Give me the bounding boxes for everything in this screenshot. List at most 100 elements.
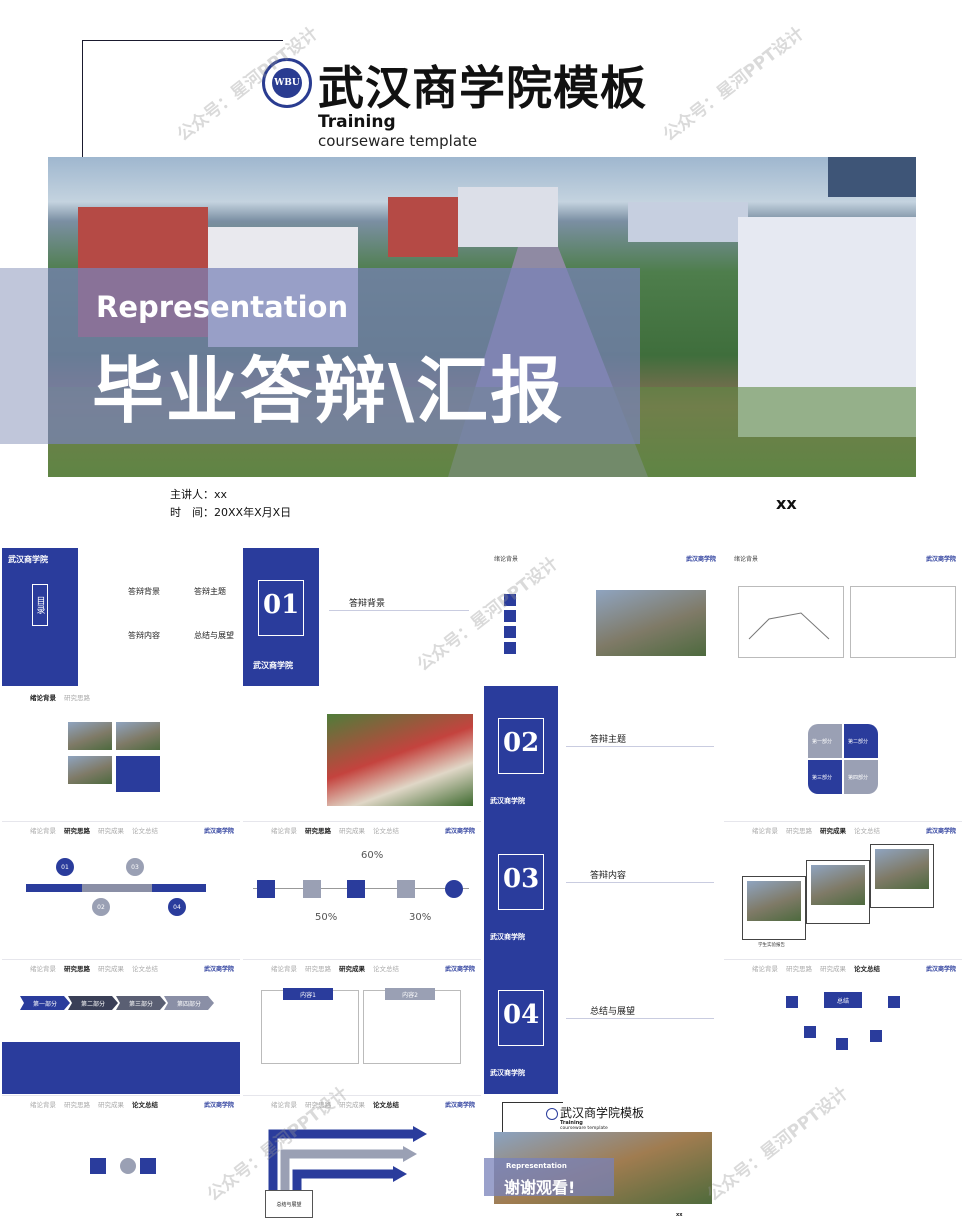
steps-blue-band [2, 1042, 240, 1094]
images-nav-top: 绪论背景 研究思路 [30, 692, 90, 702]
thumb-cross [2, 1114, 240, 1232]
cross-left [90, 1158, 106, 1174]
step-3: 第三部分 [116, 996, 166, 1010]
step-2: 第二部分 [68, 996, 118, 1010]
watermark-2: 公众号：星河PPT设计 [659, 23, 808, 146]
chart-box [738, 586, 844, 658]
hub-icon-5 [870, 1030, 882, 1042]
images-navbar-1: 绪论背景 [30, 827, 56, 835]
timeline-node-4: 04 [168, 898, 186, 916]
section-02-number: 02 [503, 728, 540, 758]
section-03-school: 武汉商学院 [490, 933, 525, 941]
section-04-school: 武汉商学院 [490, 1069, 525, 1077]
hub-center: 总结 [824, 992, 862, 1008]
photos3-frame-1 [742, 876, 806, 940]
hub-icon-4 [836, 1038, 848, 1050]
thumb-percent: 60% 50% 30% 绪论背景 研究思路 研究成果 论文总结 武汉商学院 [243, 840, 481, 976]
thanks-big: 谢谢观看! [504, 1178, 576, 1197]
toc-item-2: 答辩主题 [194, 587, 226, 596]
title-band-left [0, 268, 48, 444]
photo-list-icon-4 [504, 642, 516, 654]
thanks-cw: courseware template [560, 1126, 608, 1131]
toc-title: 目录 [32, 584, 48, 626]
images-navbar-2: 研究思路 [64, 827, 90, 835]
thumb-building: 绪论背景 研究思路 研究成果 论文总结 武汉商学院 [243, 688, 481, 838]
timeline-navbar-2: 研究思路 [64, 965, 90, 973]
photos3-frame-2 [806, 860, 870, 924]
thumb-thanks: 武汉商学院模板 Training courseware template Rep… [484, 1096, 722, 1232]
images-nav-1: 绪论背景 [30, 694, 56, 702]
presenter: 主讲人：xx [170, 488, 228, 501]
section-04-number: 04 [503, 1000, 540, 1030]
content-navbar-1: 绪论背景 [271, 1101, 297, 1109]
building-navbar-2: 研究思路 [305, 827, 331, 835]
watermark-5: 公众号：星河PPT设计 [703, 1083, 852, 1206]
thanks-logo [546, 1108, 558, 1120]
content-navbar-4: 论文总结 [373, 1101, 399, 1109]
photo-list-badge: 武汉商学院 [685, 556, 716, 563]
photos3-frame-3 [870, 844, 934, 908]
building-navbar-3: 研究成果 [339, 827, 365, 835]
thumb-steps: 第一部分 第二部分 第三部分 第四部分 绪论背景 研究思路 研究成果 论文总结 … [2, 978, 240, 1112]
images-photo-2 [116, 722, 160, 750]
images-navbar-3: 研究成果 [98, 827, 124, 835]
quadrant-label-4: 第四部分 [848, 775, 869, 781]
thanks-title: 武汉商学院模板 [560, 1106, 645, 1120]
building-photo [327, 714, 473, 806]
hub-icon-3 [804, 1026, 816, 1038]
images-blue-box [116, 756, 160, 792]
thumb-quadrant: 第一部分 第二部分 第三部分 第四部分 绪论背景 研究思路 研究成果 论文总结 … [724, 688, 962, 838]
hero-main-title: 毕业答辩\汇报 [92, 349, 565, 433]
photo-list-nav: 绪论背景 [494, 556, 519, 563]
photos3-navbar-1: 绪论背景 [752, 965, 778, 973]
percent-icon-home [445, 880, 463, 898]
section-03-rule [566, 882, 714, 883]
quadrant-label-2: 第二部分 [848, 739, 869, 745]
thumb-timeline: 01 03 02 04 绪论背景 研究思路 研究成果 论文总结 武汉商学院 [2, 840, 240, 976]
section-01-rule [329, 610, 469, 611]
percent-icon-4 [397, 880, 415, 898]
photos3-image-3 [875, 849, 929, 889]
hero-courseware: courseware template [318, 132, 478, 150]
content-box-2 [363, 990, 461, 1064]
content-box-1 [261, 990, 359, 1064]
building-navbar-4: 论文总结 [373, 827, 399, 835]
building-navbar-1: 绪论背景 [271, 827, 297, 835]
photo-list-icon-3 [504, 626, 516, 638]
percent-60: 60% [361, 850, 384, 861]
percent-navbar-4: 论文总结 [373, 965, 399, 973]
thumb-photos-3: 学生实验报告 绪论背景 研究思路 研究成果 论文总结 武汉商学院 [724, 840, 962, 976]
percent-badge: 武汉商学院 [444, 966, 475, 973]
percent-icon-1 [257, 880, 275, 898]
cross-right [140, 1158, 156, 1174]
content-tab-1: 内容1 [283, 988, 333, 1000]
step-1: 第一部分 [20, 996, 70, 1010]
hero-training: Training [318, 112, 396, 132]
toc-school: 武汉商学院 [8, 555, 48, 564]
thumb-chart: 绪论背景 武汉商学院 [724, 548, 962, 686]
hero-representation: Representation [96, 290, 349, 324]
thumb-images: 绪论背景 研究思路 绪论背景 研究思路 研究成果 论文总结 武汉商学院 [2, 688, 240, 838]
section-01-school: 武汉商学院 [253, 661, 293, 670]
photos3-image-1 [747, 881, 801, 921]
photos3-caption: 学生实验报告 [758, 943, 785, 948]
percent-navbar-3: 研究成果 [339, 965, 365, 973]
chart-mini-line [748, 612, 830, 640]
thumb-content-boxes: 内容1 内容2 绪论背景 研究思路 研究成果 论文总结 武汉商学院 [243, 978, 481, 1112]
thanks-xx: xx [676, 1212, 683, 1218]
arrows-summary-box: 总结与展望 [265, 1190, 313, 1218]
images-photo-1 [68, 722, 112, 750]
photos3-navbar-2: 研究思路 [786, 965, 812, 973]
steps-navbar-2: 研究思路 [64, 1101, 90, 1109]
timeline-bar-gray [82, 884, 152, 892]
percent-navbar-2: 研究思路 [305, 965, 331, 973]
thumb-section-01: 01 武汉商学院 答辩背景 [243, 548, 481, 686]
thanks-rep: Representation [506, 1162, 567, 1170]
toc-item-4: 总结与展望 [194, 631, 234, 640]
percent-navbar-1: 绪论背景 [271, 965, 297, 973]
timeline-node-2: 02 [92, 898, 110, 916]
percent-50: 50% [315, 912, 338, 923]
building-badge: 武汉商学院 [444, 828, 475, 835]
quadrant-navbar-2: 研究思路 [786, 827, 812, 835]
toc-item-1: 答辩背景 [128, 587, 160, 596]
